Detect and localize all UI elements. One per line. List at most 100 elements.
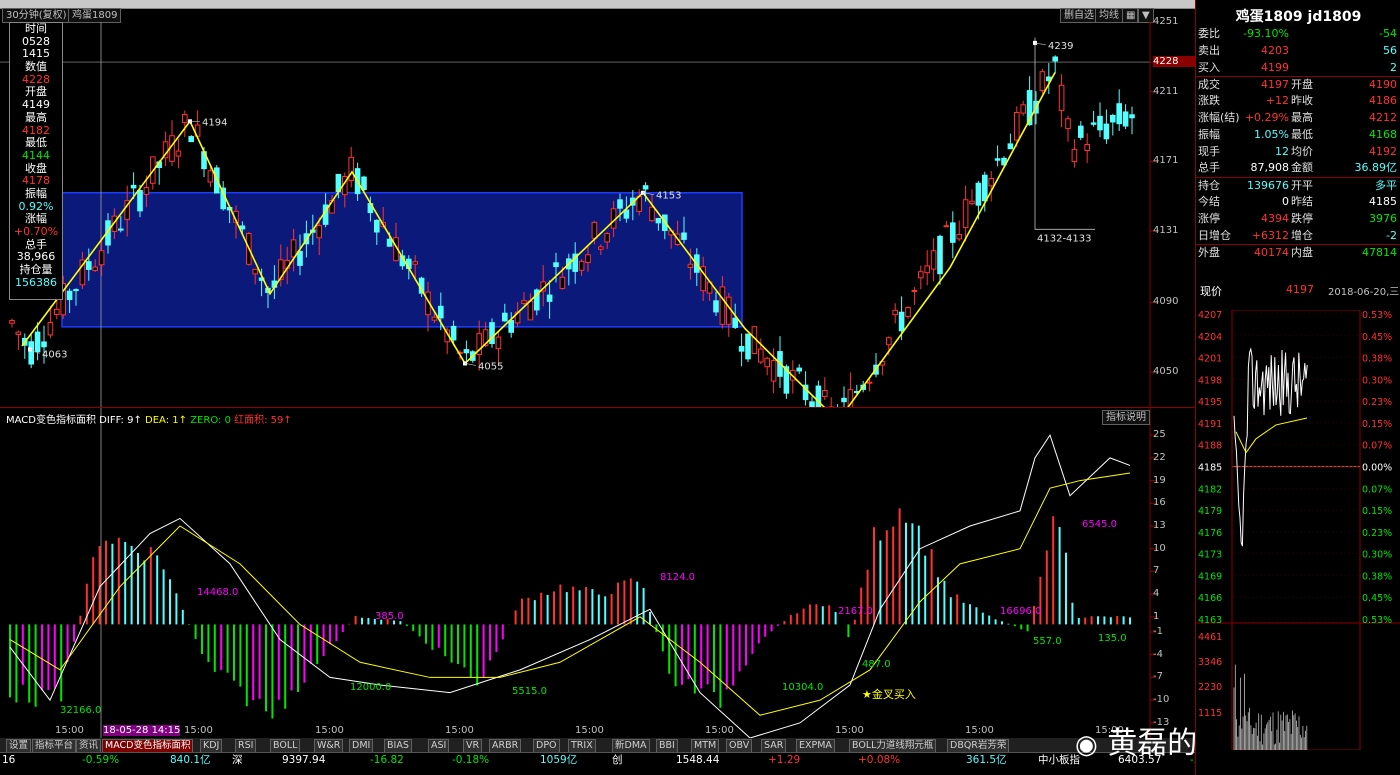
candle-body [764,357,771,368]
peak-label: 4194 [202,117,227,128]
kline-svg: 4194406340554153402242394132-4133 [0,21,1156,442]
macd-area-label: 487.0 [862,659,891,671]
quote-value: 4192 [1369,144,1397,158]
macd-panel[interactable]: MACD变色指标面积 DIFF: 9↑ DEA: 1↑ ZERO: 0 红面积:… [0,408,1195,739]
tab-0[interactable]: 设置 [6,739,32,753]
intraday-frame [1231,310,1361,750]
intraday-left-label: 4204 [1198,332,1222,343]
candle-body [66,290,73,301]
ticker-item: +1.29 [768,754,801,766]
candle-body [649,206,655,222]
quote-label: 外盘 [1198,246,1220,260]
candle-body [617,199,623,209]
news-ticker[interactable] [0,766,1400,775]
candle-body [143,187,150,195]
candle-body [348,156,354,181]
quote-row: 外盘 40174 内盘 47814 [1196,244,1400,262]
candle-body [412,261,418,265]
intraday-chart[interactable]: 4207 0.53% 4204 0.45% 4201 0.38% 4198 0.30% 4195… [1196,310,1400,750]
tab-21[interactable]: BOLL力道线翔元瓶 [849,739,937,753]
candle-body [681,232,687,240]
indicator-tab-bar[interactable]: 设置 指标平台 资讯 MACD变色指标面积 KDJ RSI BOLL W&R DMI BIAS AS… [0,738,1195,753]
tab-17[interactable]: MTM [691,739,720,753]
macd-axis-label: -4 [1153,648,1163,660]
quote-label: 最低 [1291,127,1313,141]
period-label[interactable]: 30分钟(复权) [2,8,71,23]
quote-label: 金额 [1291,161,1313,175]
candle-body [905,307,911,318]
macd-axis-label: 1 [1153,610,1160,622]
tab-22[interactable]: DBQR岩芳荣 [947,739,1010,753]
candle-body [988,178,995,187]
macd-axis-label: 19 [1153,474,1166,486]
quote-label: 买入 [1198,60,1220,74]
quote-label: 昨结 [1291,195,1313,208]
tab-12[interactable]: ARBR [489,739,522,753]
tab-7[interactable]: W&R [314,739,344,753]
candle-body [1071,148,1078,163]
quote-row: 现手 12 均价 4192 [1196,144,1400,161]
ticker-item: 1548.44 [676,754,720,766]
tab-10[interactable]: ASI [428,739,450,753]
grid-icon[interactable]: ▦ [1122,8,1138,23]
diff-line [9,434,1131,739]
intraday-date: 2018-06-20,三 [1328,287,1400,298]
intraday-right-label: 0.15% [1362,419,1392,430]
tab-18[interactable]: OBV [726,739,753,753]
macd-axis-label: 16 [1153,497,1166,509]
tab-20[interactable]: EXPMA [796,739,835,753]
tab-6[interactable]: BOLL [270,739,301,753]
quote-value: 多平 [1375,179,1397,193]
tab-8[interactable]: DMI [349,739,374,753]
macd-area-label: 8124.0 [660,572,695,583]
macd-red-area: 红面积: 59↑ [234,415,292,426]
macd-axis-label: 22 [1153,451,1166,463]
tab-9[interactable]: BIAS [384,739,412,753]
intraday-right-label: 0.07% [1362,441,1392,452]
candle-body [450,325,457,341]
time-label: 15:00 [705,725,734,736]
tab-5[interactable]: RSI [235,739,257,753]
candle-body [386,238,393,247]
indicator-help-button[interactable]: 指标说明 [1102,410,1150,425]
macd-axis-label: 25 [1153,429,1166,441]
tab-2[interactable]: 资讯 [76,739,102,753]
ticker-item: 1059亿 [540,754,578,766]
intraday-left-label: 4195 [1198,397,1222,408]
candle-body [559,276,566,289]
intraday-left-label: 4201 [1198,354,1222,365]
tab-1[interactable]: 指标平台 [32,739,77,753]
tab-14[interactable]: TRIX [568,739,596,753]
macd-area-label: 14468.0 [197,587,239,599]
quote-label: 委比 [1198,27,1220,40]
candle-body [598,246,604,250]
quote-value: -2 [1386,228,1397,242]
candle-body [431,316,438,321]
candle-body [1084,143,1091,151]
tab-15[interactable]: 新DMA [612,739,650,753]
intraday-right-label: 0.15% [1362,506,1392,517]
tab-19[interactable]: SAR [761,739,787,753]
tab-13[interactable]: DPO [533,739,560,753]
range-label: 4132-4133 [1037,233,1092,244]
dropdown-button[interactable]: ▼ [1138,8,1154,23]
macd-axis-label: 10 [1153,542,1166,554]
candle-body [911,289,918,292]
tab-16[interactable]: BBI [656,739,678,753]
ma-button[interactable]: 均线 [1095,8,1123,23]
candle-body [975,182,982,206]
candle-body [591,221,598,239]
candle-body [822,390,828,397]
candle-body [1020,104,1027,114]
tab-4[interactable]: KDJ [200,739,223,753]
remove-favorite-button[interactable]: 删自选 [1060,8,1098,23]
quote-value: +12 [1265,94,1289,108]
kline-chart[interactable]: 4194406340554153402242394132-4133 425142… [0,16,1195,442]
quote-label: 最高 [1291,111,1313,124]
ticker-item: +0.08% [858,754,901,766]
quote-value: 2 [1390,60,1397,74]
candle-body [1007,143,1014,150]
candle-body [316,225,322,239]
tab-3[interactable]: MACD变色指标面积 [102,739,194,753]
tab-11[interactable]: VR [463,739,483,753]
